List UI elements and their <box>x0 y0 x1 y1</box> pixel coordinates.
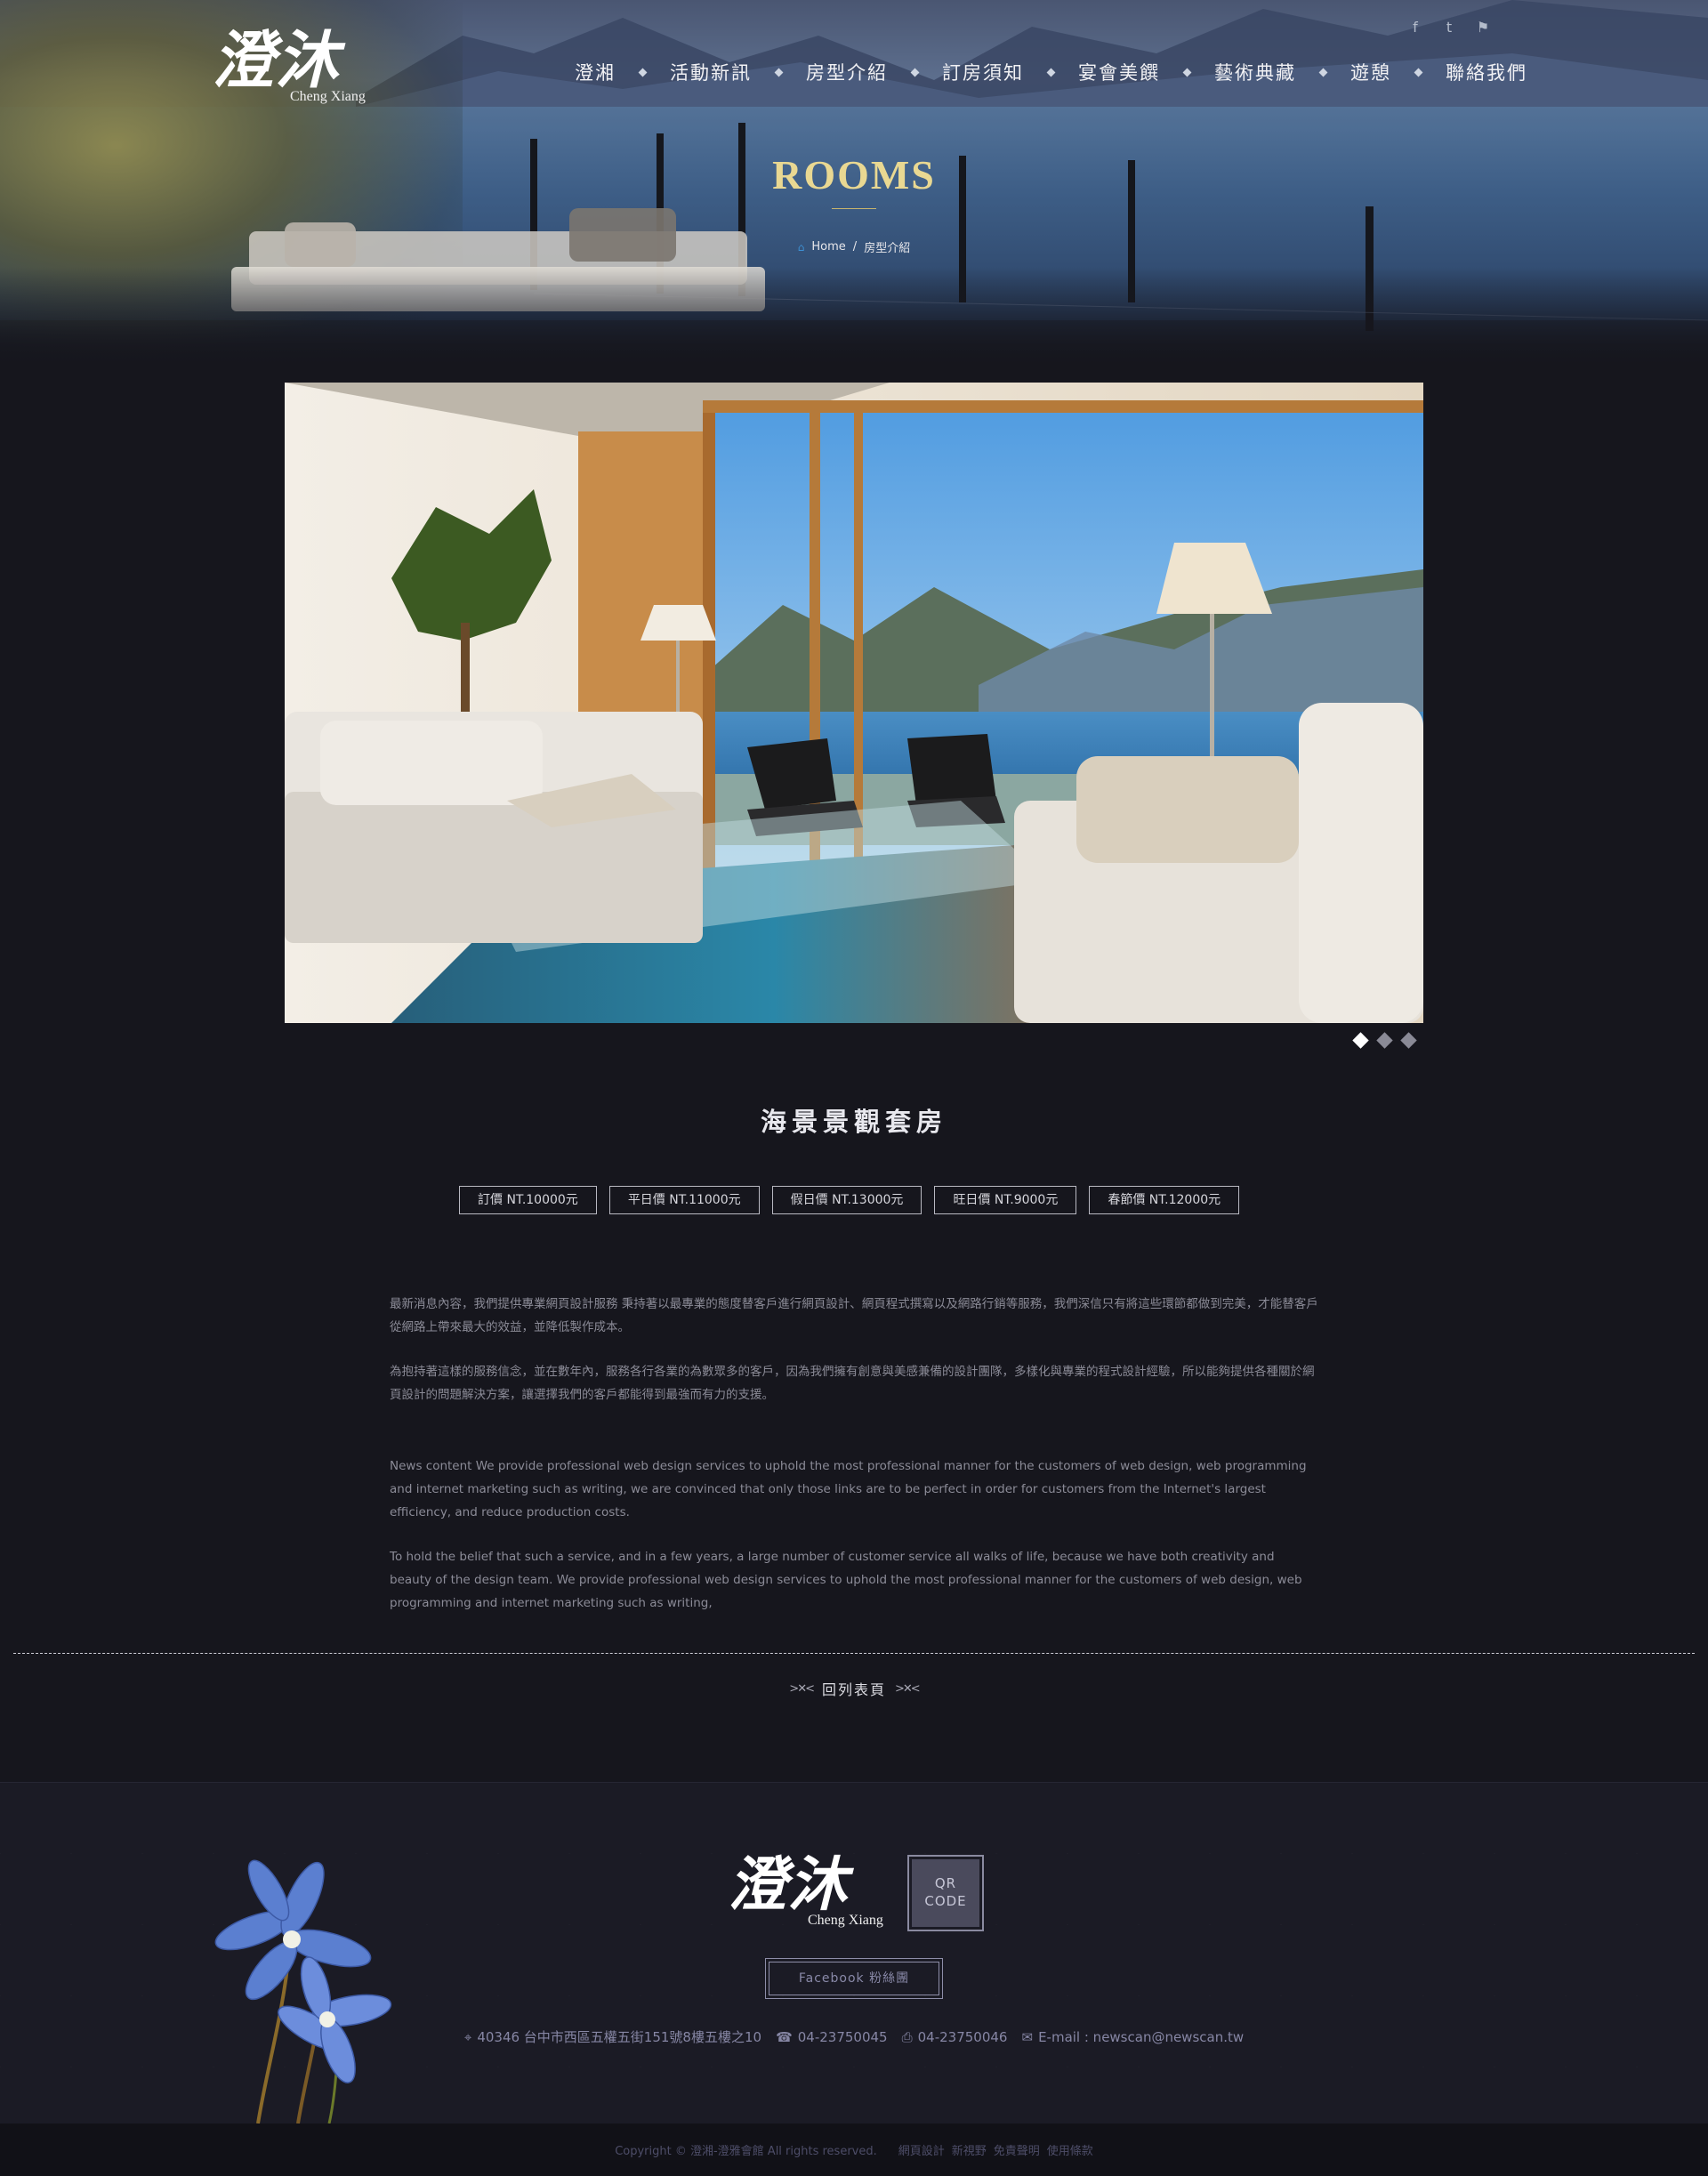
slider-dot-3[interactable] <box>1400 1032 1417 1049</box>
slider-dot-2[interactable] <box>1376 1032 1393 1049</box>
price-tag-holiday: 假日價 NT.13000元 <box>771 1186 922 1214</box>
nav-separator-dot <box>774 68 784 77</box>
ornament-left-icon: >✕< <box>789 1681 815 1696</box>
site-logo[interactable]: 澄沐 Cheng Xiang <box>212 25 372 109</box>
footer-logo-chinese: 澄沐 <box>728 1850 849 1919</box>
qr-code-label: QR CODE <box>912 1859 979 1927</box>
breadcrumb: ⌂ Home / 房型介紹 <box>0 238 1708 255</box>
main-nav: 澄湘 活動新訊 房型介紹 訂房須知 宴會美饌 藝術典藏 遊憩 聯絡我們 <box>575 59 1527 85</box>
title-underline <box>832 208 876 209</box>
phone-item: ☎ 04-23750045 <box>776 2027 888 2046</box>
nav-item-home[interactable]: 澄湘 <box>575 59 616 85</box>
facebook-icon[interactable]: f <box>1407 20 1423 36</box>
back-to-list-link[interactable]: >✕< 回列表頁 >✕< <box>0 1678 1708 1699</box>
flag-icon[interactable]: ⚑ <box>1475 20 1491 36</box>
price-tag-lunar-new-year: 春節價 NT.12000元 <box>1089 1186 1240 1214</box>
logo-english: Cheng Xiang <box>290 89 366 104</box>
map-pin-icon: ⌖ <box>463 2028 472 2045</box>
nav-separator-dot <box>910 68 920 77</box>
dashed-divider <box>13 1653 1695 1654</box>
paragraph-zh-1: 最新消息內容，我們提供專業網頁設計服務 秉持著以最專業的態度替客戶進行網頁設計、… <box>390 1297 1318 1334</box>
nav-item-rooms[interactable]: 房型介紹 <box>806 59 888 85</box>
contact-info: ⌖ 40346 台中市西區五權五街151號8樓五樓之10 ☎ 04-237500… <box>0 2027 1708 2046</box>
phone-text: 04-23750045 <box>797 2028 888 2045</box>
price-tag-peak: 旺日價 NT.9000元 <box>934 1186 1077 1214</box>
phone-icon: ☎ <box>776 2028 793 2045</box>
nav-item-news[interactable]: 活動新訊 <box>670 59 752 85</box>
room-title: 海景景觀套房 <box>760 1107 947 1137</box>
breadcrumb-separator: / <box>852 240 858 254</box>
room-photo-slide[interactable] <box>285 383 1423 1023</box>
nav-item-banquet[interactable]: 宴會美饌 <box>1078 59 1160 85</box>
footer-links: 網頁設計 新視野 免責聲明 使用條款 <box>898 2141 1093 2158</box>
social-links: f t ⚑ <box>1407 20 1491 36</box>
fax-icon: ⎙ <box>901 2028 913 2045</box>
breadcrumb-current: 房型介紹 <box>864 242 911 255</box>
address-text: 40346 台中市西區五權五街151號8樓五樓之10 <box>477 2029 762 2045</box>
facebook-fanpage-button[interactable]: Facebook 粉絲團 <box>765 1958 943 1999</box>
nav-separator-dot <box>1046 68 1056 77</box>
nav-item-booking[interactable]: 訂房須知 <box>942 59 1024 85</box>
hero-fade <box>0 267 1708 365</box>
page-title: ROOMS <box>772 152 936 197</box>
flower-decoration-icon <box>214 1859 392 2124</box>
footer-logo[interactable]: 澄沐 Cheng Xiang <box>728 1849 906 1933</box>
logo-chinese: 澄沐 <box>212 23 340 97</box>
price-list: 訂價 NT.10000元 平日價 NT.11000元 假日價 NT.13000元… <box>459 1186 1240 1214</box>
envelope-icon: ✉ <box>1021 2028 1034 2045</box>
copyright-text: Copyright © 澄湘-澄雅會館 All rights reserved. <box>615 2145 877 2158</box>
living-room-image <box>285 383 1423 1023</box>
nav-item-art[interactable]: 藝術典藏 <box>1214 59 1296 85</box>
nav-separator-dot <box>1182 68 1192 77</box>
qr-code: QR CODE <box>907 1855 984 1931</box>
paragraph-en-2: To hold the belief that such a service, … <box>390 1550 1302 1610</box>
facebook-fanpage-label: Facebook 粉絲團 <box>769 1962 939 1995</box>
nav-separator-dot <box>638 68 648 77</box>
price-tag-list: 訂價 NT.10000元 <box>459 1186 597 1214</box>
room-description: 最新消息內容，我們提供專業網頁設計服務 秉持著以最專業的態度替客戶進行網頁設計、… <box>390 1293 1318 1636</box>
footer-link-web-design[interactable]: 網頁設計 <box>898 2141 945 2158</box>
copyright-bar: Copyright © 澄湘-澄雅會館 All rights reserved.… <box>0 2124 1708 2176</box>
email-text: E-mail : newscan@newscan.tw <box>1038 2028 1245 2045</box>
footer-link-disclaimer[interactable]: 免責聲明 <box>994 2141 1040 2158</box>
fax-item: ⎙ 04-23750046 <box>902 2027 1008 2046</box>
home-icon: ⌂ <box>797 240 805 254</box>
paragraph-zh-2: 為抱持著這樣的服務信念，並在數年內，服務各行各業的為數眾多的客戶，因為我們擁有創… <box>390 1365 1315 1402</box>
email-item[interactable]: ✉ E-mail : newscan@newscan.tw <box>1021 2027 1244 2046</box>
nav-item-contact[interactable]: 聯絡我們 <box>1446 59 1527 85</box>
fax-text: 04-23750046 <box>917 2028 1008 2045</box>
nav-item-leisure[interactable]: 遊憩 <box>1350 59 1391 85</box>
slider-pager <box>1352 1032 1417 1049</box>
ornament-right-icon: >✕< <box>895 1681 921 1696</box>
footer-link-terms[interactable]: 使用條款 <box>1047 2141 1093 2158</box>
footer-logo-english: Cheng Xiang <box>808 1913 883 1928</box>
slider-dot-1[interactable] <box>1352 1032 1369 1049</box>
breadcrumb-home[interactable]: Home <box>811 240 845 254</box>
back-to-list-label: 回列表頁 <box>821 1681 886 1698</box>
nav-separator-dot <box>1318 68 1328 77</box>
address-item: ⌖ 40346 台中市西區五權五街151號8樓五樓之10 <box>464 2027 761 2046</box>
nav-separator-dot <box>1414 68 1423 77</box>
paragraph-en-1: News content We provide professional web… <box>390 1459 1307 1519</box>
price-tag-weekday: 平日價 NT.11000元 <box>608 1186 760 1214</box>
twitter-icon[interactable]: t <box>1441 20 1457 36</box>
footer-link-new-vision[interactable]: 新視野 <box>952 2141 987 2158</box>
